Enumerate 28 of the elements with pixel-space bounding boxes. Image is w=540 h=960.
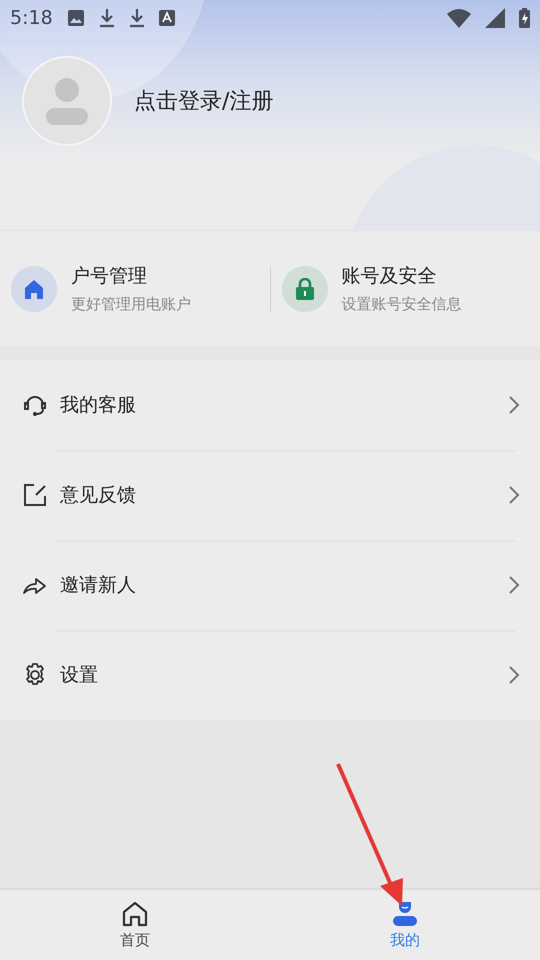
menu-item[interactable]: 我的客服 <box>0 360 540 450</box>
person-icon <box>392 900 418 926</box>
download-icon <box>98 8 115 28</box>
chevron-icon <box>508 395 520 415</box>
card-title: 户号管理 <box>71 264 148 289</box>
tab[interactable]: 首页 <box>0 890 270 960</box>
quick-card[interactable]: 户号管理 更好管理用电账户 <box>0 263 270 314</box>
chevron-icon <box>508 575 520 595</box>
home-icon <box>121 900 149 926</box>
chevron-icon <box>508 665 520 685</box>
menu-item[interactable]: 邀请新人 <box>0 540 540 630</box>
wifi-icon <box>447 8 471 28</box>
signal-icon <box>485 8 505 28</box>
image-icon <box>66 9 85 27</box>
card-subtitle: 更好管理用电账户 <box>71 295 191 314</box>
menu-item[interactable]: 设置 <box>0 630 540 720</box>
download-icon <box>128 8 145 28</box>
battery-icon <box>519 8 530 28</box>
edit-icon <box>22 482 48 508</box>
tab[interactable]: 我的 <box>270 890 540 960</box>
login-link[interactable]: 点击登录/注册 <box>134 86 274 116</box>
quick-card[interactable]: 账号及安全 设置账号安全信息 <box>270 263 540 314</box>
chevron-icon <box>508 485 520 505</box>
card-title: 账号及安全 <box>342 264 438 289</box>
menu-item[interactable]: 意见反馈 <box>0 450 540 540</box>
card-subtitle: 设置账号安全信息 <box>342 295 462 314</box>
font-icon <box>158 10 175 26</box>
status-time: 5:18 <box>10 7 53 29</box>
